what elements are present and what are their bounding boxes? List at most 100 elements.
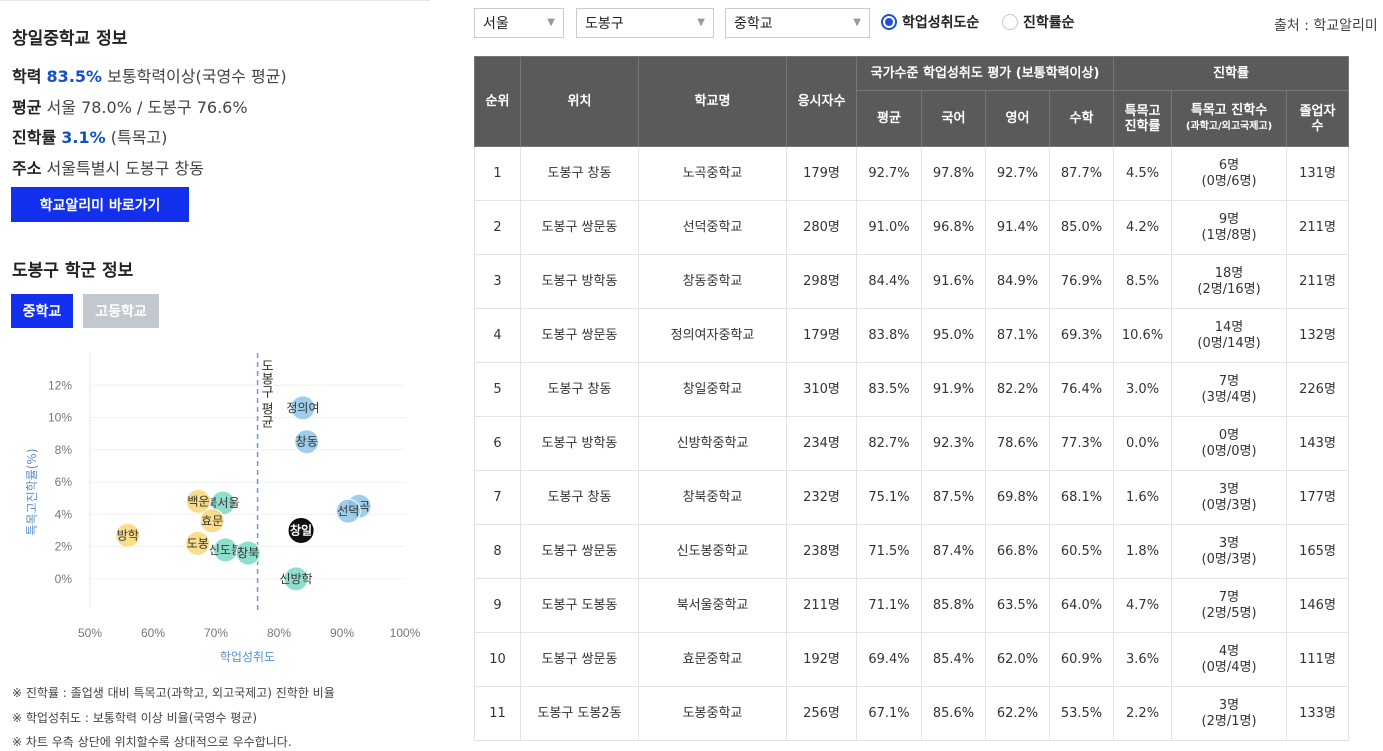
data-point-label: 효문 — [201, 514, 223, 528]
row-spacer — [1349, 579, 1383, 633]
examinees-cell: 280명 — [786, 200, 857, 255]
header-special-rate: 특목고 진학률 — [1113, 90, 1173, 147]
school-name-cell: 창일중학교 — [638, 362, 787, 417]
graduates-cell: 165명 — [1286, 524, 1350, 579]
examinees-cell: 192명 — [786, 632, 857, 687]
y-axis-title: 특목고진학률(%) — [25, 448, 39, 535]
x-tick-label: 90% — [330, 626, 354, 640]
examinees-cell: 179명 — [786, 146, 857, 201]
table-row[interactable]: 5 도봉구 창동 창일중학교 310명 83.5% 91.9% 82.2% 76.4% 3.0%… — [474, 362, 1383, 417]
region-select[interactable]: 서울 ▼ — [474, 8, 564, 38]
tab-high-school[interactable]: 고등학교 — [83, 294, 159, 328]
kor-cell: 92.3% — [921, 416, 986, 471]
table-row[interactable]: 9 도봉구 도봉동 북서울중학교 211명 71.1% 85.8% 63.5% 64.0% 4.… — [474, 578, 1383, 633]
achievement-desc: 보통학력이상(국영수 평균) — [107, 67, 287, 86]
table-row[interactable]: 6 도봉구 방학동 신방학중학교 234명 82.7% 92.3% 78.6% 77.3% 0.… — [474, 416, 1383, 471]
header-kor: 국어 — [921, 90, 986, 147]
location-cell: 도봉구 쌍문동 — [520, 632, 639, 687]
district-title: 도봉구 학군 정보 — [12, 261, 134, 281]
data-point-label: 신방학 — [279, 572, 312, 586]
header-math: 수학 — [1048, 90, 1115, 147]
location-cell: 도봉구 방학동 — [520, 416, 639, 471]
data-point-label: 창일 — [290, 522, 312, 537]
row-spacer — [1349, 687, 1383, 741]
eng-cell: 69.8% — [985, 470, 1050, 525]
chevron-down-icon: ▼ — [547, 17, 555, 28]
math-cell: 77.3% — [1049, 416, 1115, 471]
math-cell: 53.5% — [1049, 686, 1115, 741]
math-cell: 60.9% — [1049, 632, 1115, 687]
district-select[interactable]: 도봉구 ▼ — [576, 8, 714, 38]
special-count-total: 9명 — [1218, 211, 1240, 227]
graduates-cell: 132명 — [1286, 308, 1350, 363]
table-row[interactable]: 2 도봉구 쌍문동 선덕중학교 280명 91.0% 96.8% 91.4% 85.0% 4.2… — [474, 200, 1383, 255]
location-cell: 도봉구 창동 — [520, 470, 639, 525]
header-special-count: 특목고 진학수 (과학고/외고국제고) — [1171, 90, 1288, 147]
school-ranking-table: 순위 위치 학교명 응시자수 국가수준 학업성취도 평가 (보통학력이상) 진학… — [474, 56, 1383, 741]
kor-cell: 91.6% — [921, 254, 986, 309]
level-select[interactable]: 중학교 ▼ — [725, 8, 870, 38]
achievement-value: 83.5% — [46, 67, 103, 86]
school-name-cell: 신도봉중학교 — [638, 524, 787, 579]
special-rate-cell: 8.5% — [1113, 254, 1173, 309]
special-count-cell: 6명 (0명/6명) — [1171, 146, 1288, 201]
y-tick-label: 2% — [55, 540, 73, 554]
special-count-detail: (2명/16명) — [1197, 281, 1261, 297]
location-cell: 도봉구 쌍문동 — [520, 308, 639, 363]
table-row[interactable]: 1 도봉구 창동 노곡중학교 179명 92.7% 97.8% 92.7% 87.7% 4.5%… — [474, 146, 1383, 201]
sort-advance-radio[interactable]: 진학률순 — [1002, 12, 1075, 32]
avg-cell: 71.1% — [856, 578, 922, 633]
radio-unselected-icon — [1002, 14, 1018, 30]
table-row[interactable]: 4 도봉구 쌍문동 정의여자중학교 179명 83.8% 95.0% 87.1% 69.3% 1… — [474, 308, 1383, 363]
rank-cell: 2 — [474, 200, 521, 255]
table-row[interactable]: 11 도봉구 도봉2동 도봉중학교 256명 67.1% 85.6% 62.2% 53.5% 2… — [474, 686, 1383, 741]
special-count-detail: (0명/6명) — [1201, 173, 1257, 189]
table-row[interactable]: 10 도봉구 쌍문동 효문중학교 192명 69.4% 85.4% 62.0% 60.9% 3.… — [474, 632, 1383, 687]
graduates-cell: 131명 — [1286, 146, 1350, 201]
math-cell: 76.4% — [1049, 362, 1115, 417]
eng-cell: 63.5% — [985, 578, 1050, 633]
special-count-detail: (0명/4명) — [1201, 659, 1257, 675]
y-tick-label: 10% — [48, 411, 72, 425]
data-point-label: 정의여 — [286, 401, 319, 415]
examinees-cell: 234명 — [786, 416, 857, 471]
school-name-cell: 정의여자중학교 — [638, 308, 787, 363]
school-info-link-button[interactable]: 학교알리미 바로가기 — [11, 187, 189, 222]
special-count-total: 4명 — [1218, 643, 1240, 659]
header-grads-line1: 졸업자 — [1299, 103, 1336, 119]
note-advance-rate: ※ 진학률 : 졸업생 대비 특목고(과학고, 외고국제고) 진학한 비율 — [12, 686, 335, 700]
table-row[interactable]: 8 도봉구 쌍문동 신도봉중학교 238명 71.5% 87.4% 66.8% 60.5% 1.… — [474, 524, 1383, 579]
special-rate-cell: 1.6% — [1113, 470, 1173, 525]
eng-cell: 84.9% — [985, 254, 1050, 309]
special-count-total: 0명 — [1218, 427, 1240, 443]
row-spacer — [1349, 309, 1383, 363]
special-count-total: 7명 — [1218, 373, 1240, 389]
kor-cell: 91.9% — [921, 362, 986, 417]
avg-cell: 83.5% — [856, 362, 922, 417]
data-point-label: 창북 — [237, 546, 259, 560]
tab-middle-school[interactable]: 중학교 — [11, 294, 73, 328]
x-tick-label: 50% — [78, 626, 102, 640]
rank-cell: 7 — [474, 470, 521, 525]
kor-cell: 87.4% — [921, 524, 986, 579]
table-row[interactable]: 7 도봉구 창동 창북중학교 232명 75.1% 87.5% 69.8% 68.1% 1.6%… — [474, 470, 1383, 525]
examinees-cell: 238명 — [786, 524, 857, 579]
special-rate-cell: 3.0% — [1113, 362, 1173, 417]
eng-cell: 78.6% — [985, 416, 1050, 471]
chevron-down-icon: ▼ — [697, 17, 705, 28]
location-cell: 도봉구 도봉2동 — [520, 686, 639, 741]
data-point-label: 백운 — [187, 494, 209, 508]
school-name-cell: 창북중학교 — [638, 470, 787, 525]
level-select-value: 중학교 — [734, 16, 773, 32]
special-count-total: 6명 — [1218, 157, 1240, 173]
location-cell: 도봉구 쌍문동 — [520, 524, 639, 579]
avg-cell: 69.4% — [856, 632, 922, 687]
sort-achievement-radio[interactable]: 학업성취도순 — [881, 12, 979, 32]
rank-cell: 11 — [474, 686, 521, 741]
rank-cell: 4 — [474, 308, 521, 363]
special-count-total: 3명 — [1218, 535, 1240, 551]
special-rate-cell: 2.2% — [1113, 686, 1173, 741]
math-cell: 64.0% — [1049, 578, 1115, 633]
table-row[interactable]: 3 도봉구 방학동 창동중학교 298명 84.4% 91.6% 84.9% 76.9% 8.5… — [474, 254, 1383, 309]
x-axis-title: 학업성취도 — [220, 650, 275, 664]
